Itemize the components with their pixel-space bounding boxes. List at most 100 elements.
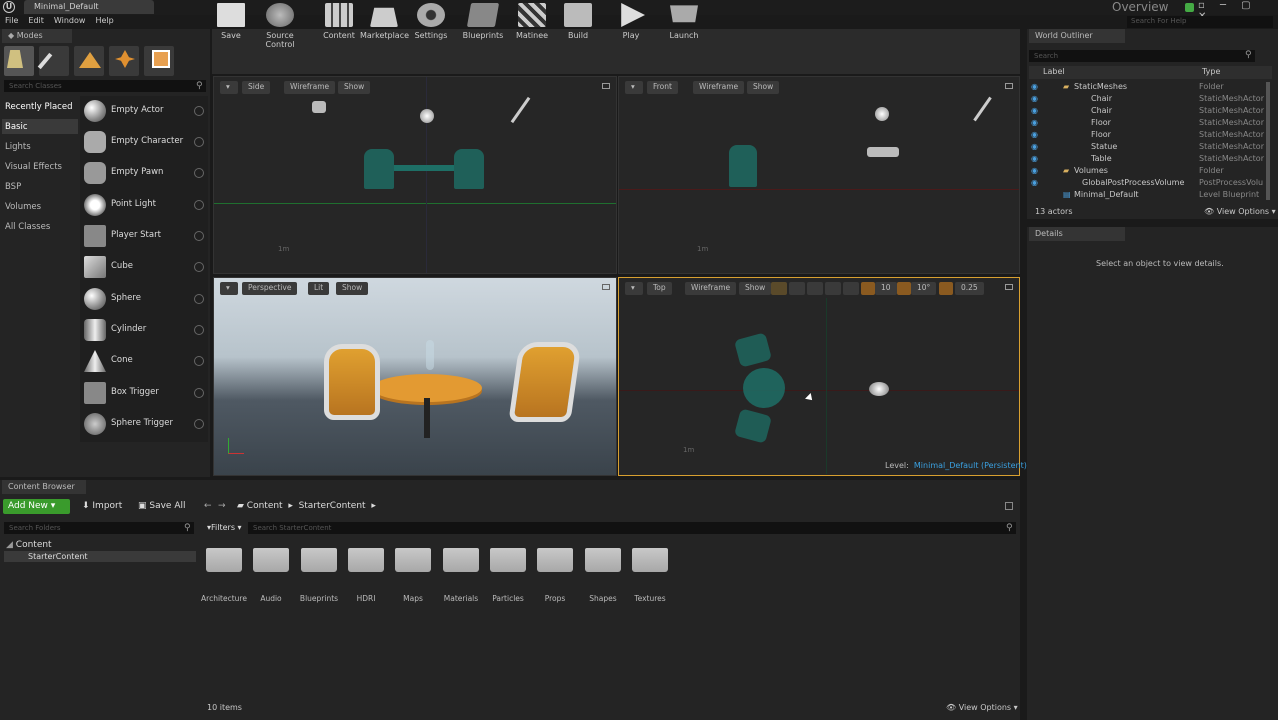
category-recently-placed[interactable]: Recently Placed — [5, 102, 72, 112]
scale-snap-value[interactable]: 0.25 — [955, 282, 984, 295]
category-volumes[interactable]: Volumes — [5, 202, 41, 212]
eye-icon[interactable]: ◉ — [1031, 94, 1038, 103]
folder-architecture[interactable]: Architecture — [201, 548, 247, 603]
place-item-cone[interactable]: Cone — [82, 348, 208, 376]
show-button[interactable]: Show — [747, 81, 780, 94]
viewport-side[interactable]: ▾ Side Wireframe Show 1m — [213, 76, 617, 274]
place-item-sphere[interactable]: Sphere — [82, 286, 208, 314]
viewport-menu-button[interactable]: ▾ — [625, 81, 643, 94]
save-button[interactable]: Save — [216, 3, 246, 40]
help-icon[interactable] — [194, 231, 204, 241]
place-item-empty-character[interactable]: Empty Character — [82, 129, 208, 157]
outliner-row[interactable]: ◉ Statue StaticMeshActor — [1029, 142, 1278, 154]
viewport-type-button[interactable]: Side — [242, 81, 271, 94]
source-control-status-icon[interactable] — [1185, 3, 1194, 12]
eye-icon[interactable]: ◉ — [1031, 82, 1038, 91]
outliner-row[interactable]: ◉ GlobalPostProcessVolume PostProcessVolu — [1029, 178, 1278, 190]
eye-icon[interactable]: ◉ — [1031, 118, 1038, 127]
tree-root-content[interactable]: ◢ Content — [6, 540, 52, 550]
outliner-scrollbar[interactable] — [1266, 82, 1270, 200]
blueprints-button[interactable]: Blueprints — [462, 3, 504, 40]
build-button[interactable]: Build — [564, 3, 592, 40]
outliner-row[interactable]: ◉ Chair StaticMeshActor — [1029, 94, 1278, 106]
column-type[interactable]: Type — [1202, 67, 1220, 76]
help-icon[interactable] — [194, 168, 204, 178]
content-search-input[interactable]: Search StarterContent — [248, 522, 1016, 534]
rotation-snap-value[interactable]: 10° — [911, 282, 937, 295]
folder-materials[interactable]: Materials — [441, 548, 481, 603]
folder-hdri[interactable]: HDRI — [346, 548, 386, 603]
viewport-perspective[interactable]: ▾ Perspective Lit Show — [213, 277, 617, 476]
eye-icon[interactable]: ◉ — [1031, 142, 1038, 151]
content-browser-tab[interactable]: Content Browser — [2, 480, 86, 494]
category-lights[interactable]: Lights — [5, 142, 31, 152]
place-item-box-trigger[interactable]: Box Trigger — [82, 380, 208, 408]
filters-button[interactable]: ▾Filters ▾ — [204, 522, 246, 534]
place-item-empty-pawn[interactable]: Empty Pawn — [82, 160, 208, 188]
show-button[interactable]: Show — [336, 282, 369, 295]
help-icon[interactable] — [194, 262, 204, 272]
place-item-cube[interactable]: Cube — [82, 254, 208, 282]
viewport-type-button[interactable]: Top — [647, 282, 672, 295]
details-tab[interactable]: Details — [1029, 227, 1125, 241]
place-item-cylinder[interactable]: Cylinder — [82, 317, 208, 345]
document-tab[interactable]: Minimal_Default — [24, 0, 154, 14]
translate-tool-icon[interactable] — [771, 282, 787, 295]
class-search-input[interactable]: Search Classes — [4, 80, 206, 92]
eye-icon[interactable]: ◉ — [1031, 154, 1038, 163]
outliner-row[interactable]: ◉ Table StaticMeshActor — [1029, 154, 1278, 166]
viewport-menu-button[interactable]: ▾ — [220, 282, 238, 295]
outliner-row[interactable]: ◉ ▰ Volumes Folder — [1029, 166, 1278, 178]
help-icon[interactable] — [194, 419, 204, 429]
outliner-row[interactable]: ◉ Floor StaticMeshActor — [1029, 130, 1278, 142]
place-item-sphere-trigger[interactable]: Sphere Trigger — [82, 411, 208, 439]
help-icon[interactable] — [194, 137, 204, 147]
menu-help[interactable]: Help — [90, 15, 118, 26]
place-item-player-start[interactable]: Player Start — [82, 223, 208, 251]
folder-shapes[interactable]: Shapes — [583, 548, 623, 603]
help-icon[interactable] — [194, 325, 204, 335]
place-item-point-light[interactable]: Point Light — [82, 192, 208, 220]
marketplace-button[interactable]: Marketplace — [360, 3, 409, 40]
launch-button[interactable]: Launch — [668, 3, 700, 40]
show-button[interactable]: Show — [338, 81, 371, 94]
world-outliner-tab[interactable]: World Outliner — [1029, 29, 1125, 43]
lock-icon[interactable] — [1005, 502, 1013, 510]
outliner-search-input[interactable]: Search — [1029, 50, 1255, 62]
category-basic[interactable]: Basic — [5, 122, 28, 132]
tree-item-starter-content[interactable]: StarterContent — [28, 552, 88, 561]
help-icon[interactable] — [194, 388, 204, 398]
folder-textures[interactable]: Textures — [630, 548, 670, 603]
maximize-icon[interactable] — [1005, 83, 1013, 89]
eye-icon[interactable]: ◉ — [1031, 166, 1038, 175]
eye-icon[interactable]: ◉ — [1031, 178, 1038, 187]
view-mode-button[interactable]: Lit — [308, 282, 330, 295]
modes-tab[interactable]: ◆ Modes — [2, 29, 72, 43]
maximize-icon[interactable] — [1005, 284, 1013, 290]
viewport-type-button[interactable]: Front — [647, 81, 678, 94]
viewport-menu-button[interactable]: ▾ — [625, 282, 643, 295]
view-mode-button[interactable]: Wireframe — [284, 81, 336, 94]
settings-button[interactable]: Settings — [414, 3, 448, 40]
content-button[interactable]: Content — [322, 3, 356, 40]
menu-window[interactable]: Window — [49, 15, 91, 26]
outliner-row[interactable]: ◉ ▰ StaticMeshes Folder — [1029, 82, 1278, 94]
viewport-type-button[interactable]: Perspective — [242, 282, 298, 295]
content-view-options[interactable]: 👁 View Options ▾ — [946, 703, 1018, 712]
grid-snap-toggle[interactable] — [861, 282, 875, 295]
add-new-button[interactable]: Add New ▾ — [3, 499, 70, 514]
folder-maps[interactable]: Maps — [393, 548, 433, 603]
scale-tool-icon[interactable] — [807, 282, 823, 295]
import-button[interactable]: ⬇ Import — [82, 501, 122, 511]
rotation-snap-toggle[interactable] — [897, 282, 911, 295]
menu-file[interactable]: File — [0, 15, 23, 26]
folder-particles[interactable]: Particles — [488, 548, 528, 603]
viewport-top[interactable]: ▾ Top Wireframe Show 10 10° 0.25 1m Leve… — [618, 277, 1027, 476]
maximize-icon[interactable] — [602, 284, 610, 290]
grid-snap-value[interactable]: 10 — [875, 282, 897, 295]
viewport-menu-button[interactable]: ▾ — [220, 81, 238, 94]
eye-icon[interactable]: ◉ — [1031, 106, 1038, 115]
help-icon[interactable] — [194, 294, 204, 304]
maximize-icon[interactable] — [602, 83, 610, 89]
outliner-row[interactable]: ▤ Minimal_Default Level Blueprint — [1029, 190, 1278, 202]
